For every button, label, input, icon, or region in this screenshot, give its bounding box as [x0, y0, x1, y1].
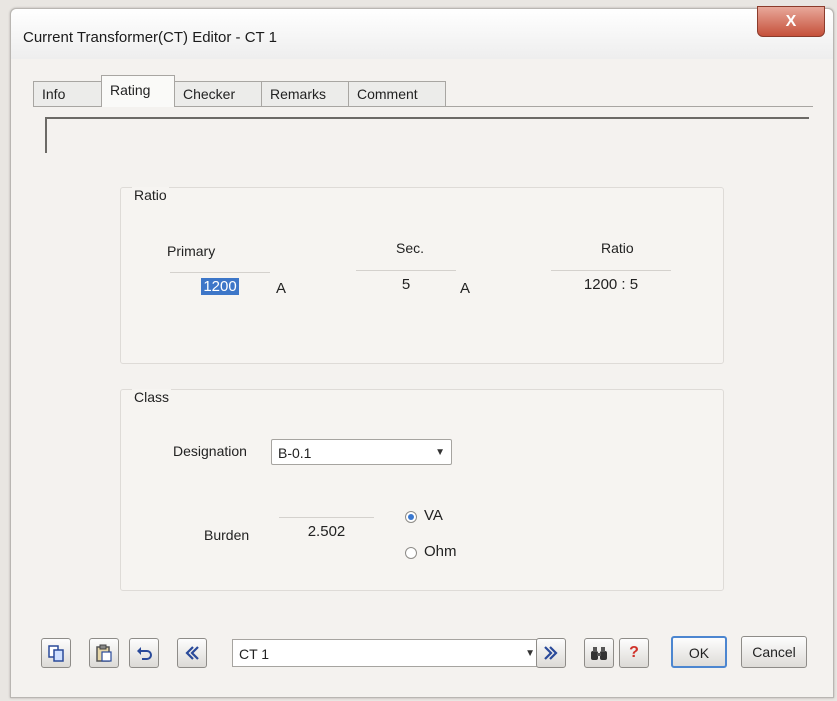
burden-label: Burden	[204, 527, 250, 543]
designation-value: B-0.1	[278, 445, 312, 461]
record-value: CT 1	[239, 646, 270, 662]
copy-button[interactable]	[41, 638, 71, 668]
paste-button[interactable]	[89, 638, 119, 668]
tab-checker[interactable]: Checker	[174, 81, 264, 106]
sec-label: Sec.	[396, 240, 425, 256]
find-button[interactable]	[584, 638, 614, 668]
cancel-button[interactable]: Cancel	[741, 636, 807, 668]
binoculars-icon	[591, 647, 607, 660]
va-radio-label[interactable]: VA	[424, 507, 443, 524]
close-icon: X	[785, 12, 797, 30]
tab-remarks[interactable]: Remarks	[261, 81, 351, 106]
ohm-radio-label[interactable]: Ohm	[424, 543, 457, 560]
primary-value: 1200	[201, 278, 239, 295]
primary-unit: A	[276, 280, 287, 297]
undo-icon	[137, 647, 152, 660]
va-radio[interactable]	[405, 511, 417, 523]
secondary-unit: A	[460, 280, 471, 297]
undo-button[interactable]	[129, 638, 159, 668]
paste-icon	[96, 644, 112, 662]
chevron-down-icon: ▼	[435, 447, 445, 458]
copy-icon	[48, 645, 64, 662]
panel-inset-frame	[45, 117, 809, 153]
next-icon	[544, 646, 558, 660]
designation-label: Designation	[173, 443, 247, 459]
record-selector[interactable]: CT 1 ▼	[232, 639, 542, 667]
close-button[interactable]: X	[757, 6, 825, 37]
ratio-group-label: Ratio	[132, 187, 169, 203]
previous-button[interactable]	[177, 638, 207, 668]
tab-info[interactable]: Info	[33, 81, 103, 106]
ratio-value: 1200 : 5	[551, 270, 671, 301]
title-bar: Current Transformer(CT) Editor - CT 1 X	[11, 6, 833, 59]
tab-rating[interactable]: Rating	[101, 75, 175, 107]
chevron-down-icon: ▼	[525, 648, 535, 659]
designation-dropdown[interactable]: B-0.1 ▼	[271, 439, 452, 465]
ok-button[interactable]: OK	[671, 636, 727, 668]
tab-comment[interactable]: Comment	[348, 81, 446, 106]
previous-icon	[185, 646, 199, 660]
window-title: Current Transformer(CT) Editor - CT 1	[23, 29, 277, 46]
ratio-label: Ratio	[601, 240, 634, 256]
primary-label: Primary	[167, 243, 216, 259]
next-button[interactable]	[536, 638, 566, 668]
class-group-label: Class	[132, 389, 172, 405]
burden-input[interactable]: 2.502	[279, 517, 374, 548]
ct-editor-dialog: Current Transformer(CT) Editor - CT 1 X …	[10, 6, 834, 698]
primary-input[interactable]: 1200	[170, 272, 270, 303]
secondary-input[interactable]: 5	[356, 270, 456, 301]
rating-tab-panel: Ratio Primary 1200 A Sec. 5 A Ratio 1200…	[33, 106, 813, 607]
class-group	[120, 389, 724, 591]
help-button[interactable]: ?	[619, 638, 649, 668]
ohm-radio[interactable]	[405, 547, 417, 559]
help-icon: ?	[629, 644, 639, 661]
